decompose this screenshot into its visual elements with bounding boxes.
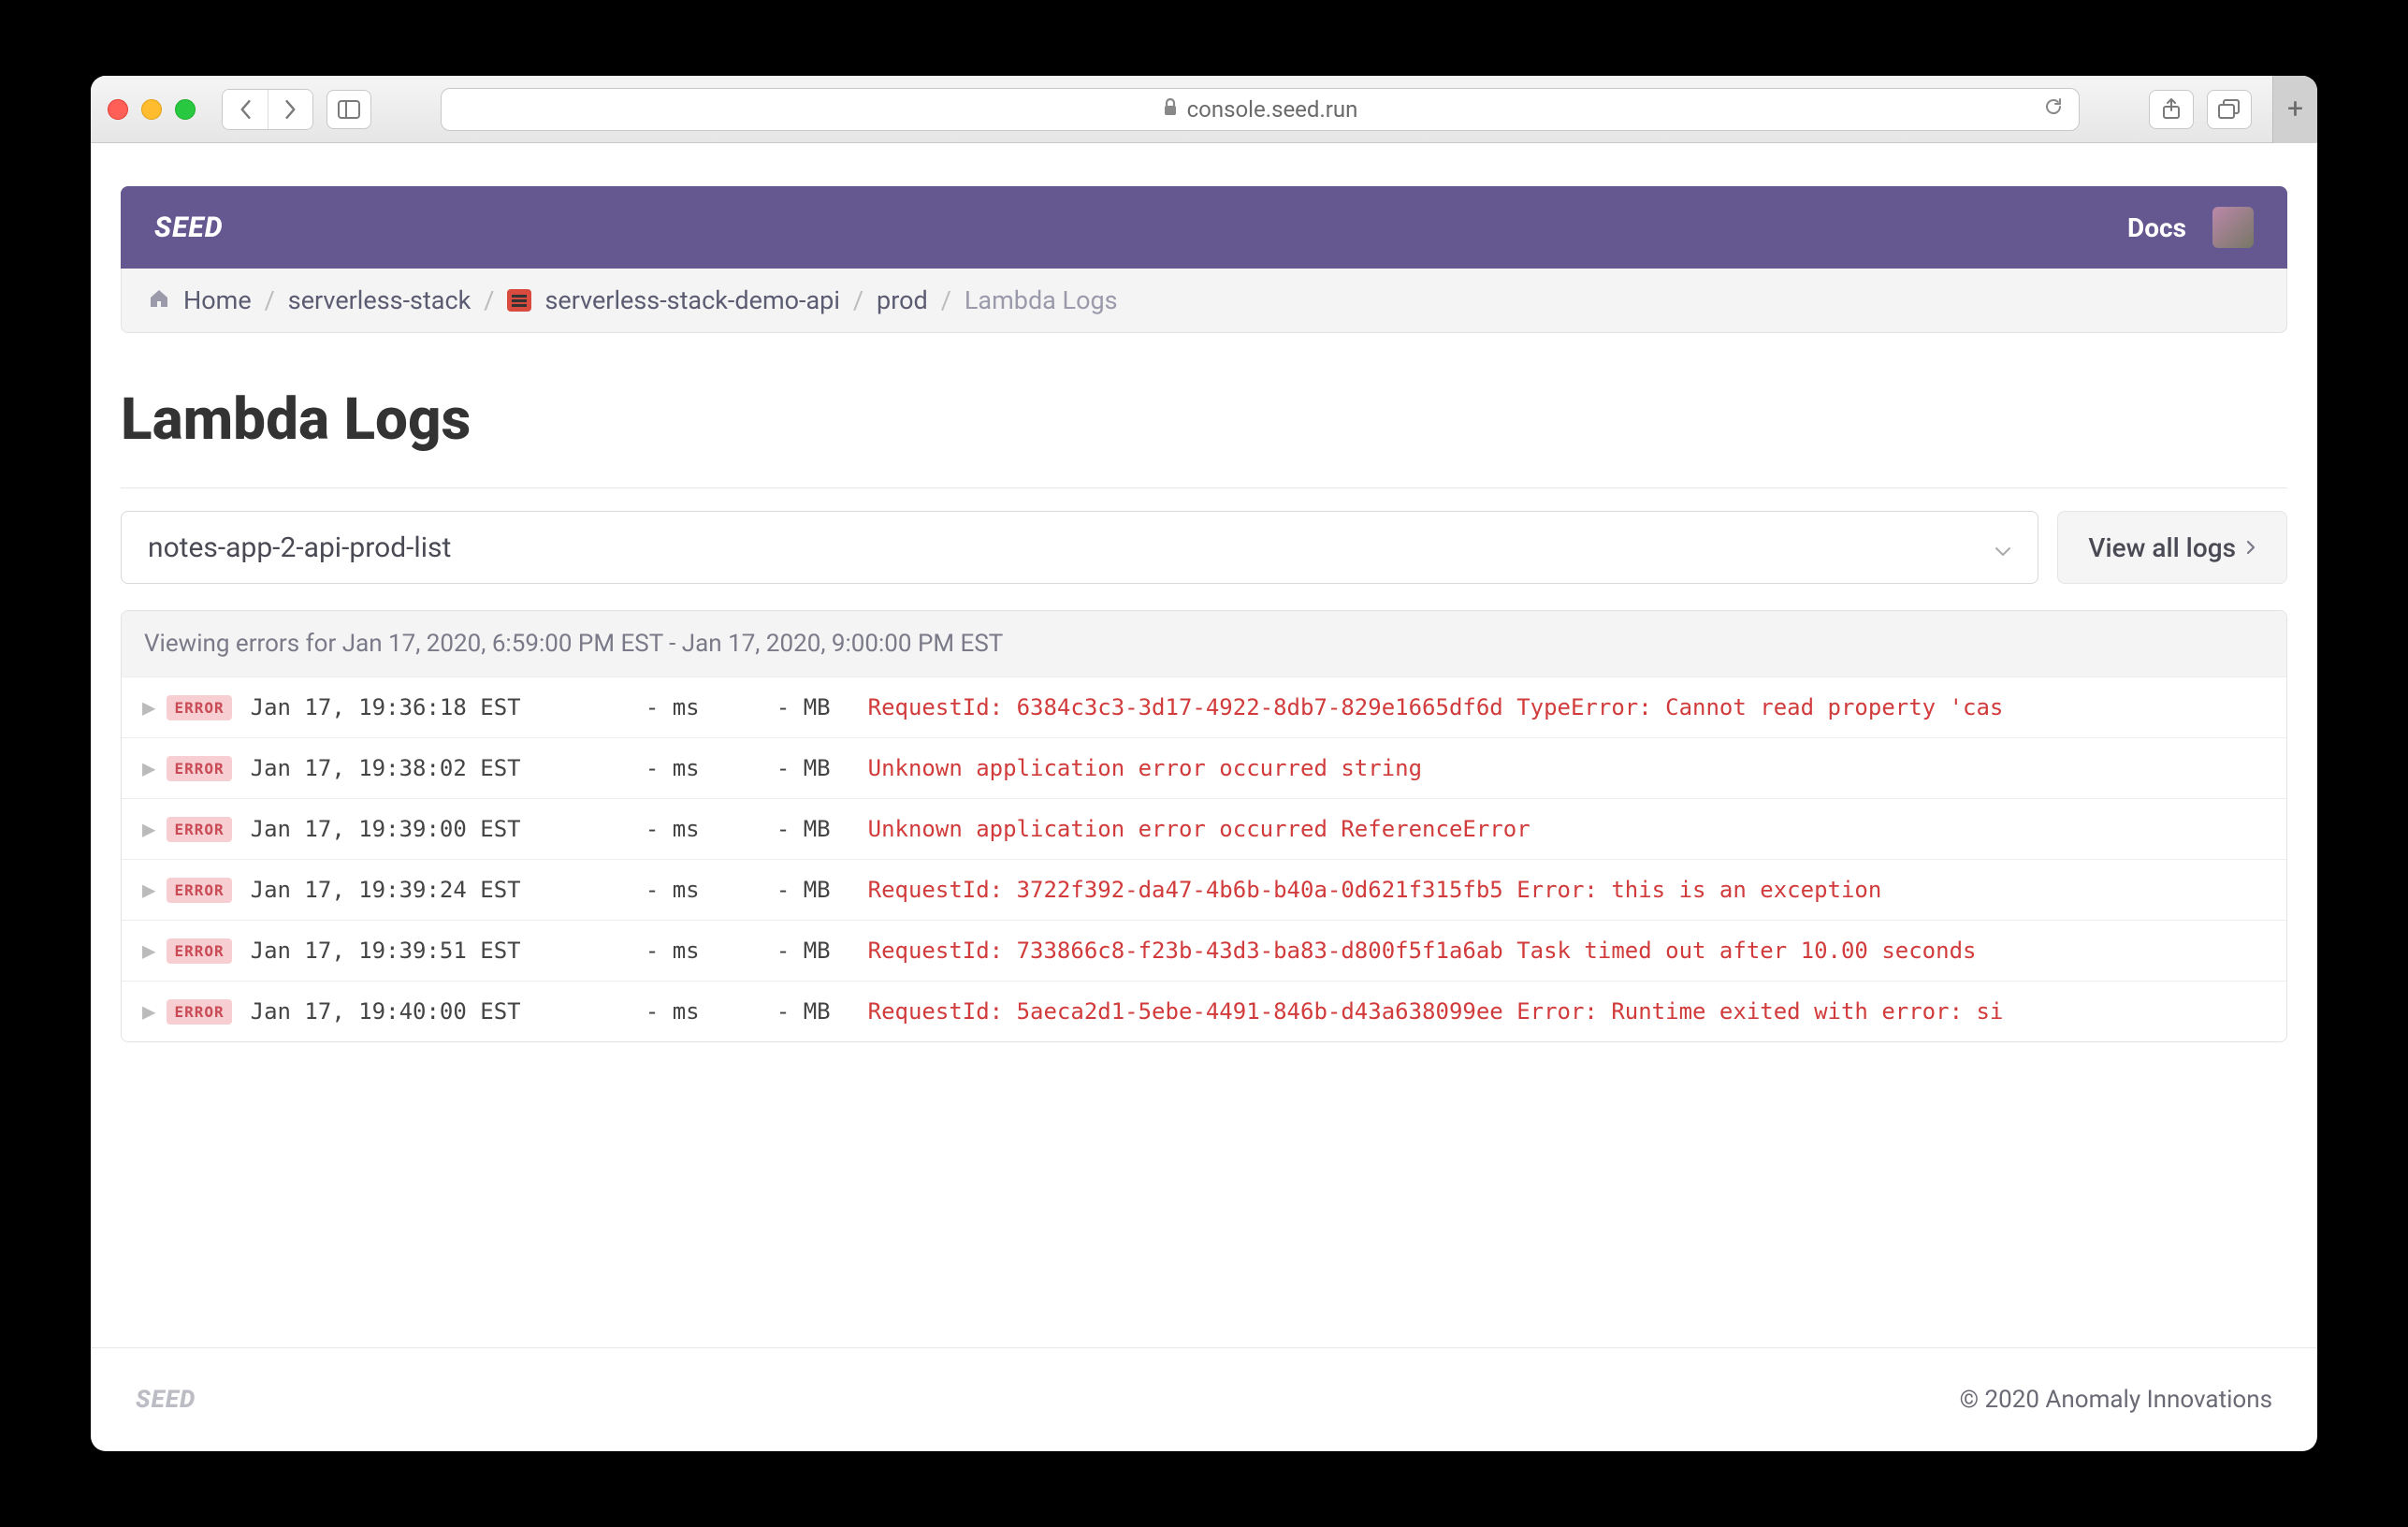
browser-window: console.seed.run + SEED Docs Hom [91, 76, 2317, 1451]
docs-link[interactable]: Docs [2127, 212, 2186, 243]
log-duration: - ms [569, 694, 700, 720]
log-memory: - MB [700, 998, 831, 1025]
share-icon [2161, 97, 2182, 122]
page-content: SEED Docs Home / serverless-stack / serv… [91, 143, 2317, 1451]
error-badge: ERROR [167, 756, 231, 781]
log-memory: - MB [700, 816, 831, 842]
log-duration: - ms [569, 816, 700, 842]
error-badge: ERROR [167, 817, 231, 842]
logs-panel-header: Viewing errors for Jan 17, 2020, 6:59:00… [122, 611, 2286, 676]
log-message: RequestId: 6384c3c3-3d17-4922-8db7-829e1… [868, 694, 2266, 720]
breadcrumb-item[interactable]: serverless-stack [288, 285, 471, 315]
browser-chrome: console.seed.run + [91, 76, 2317, 143]
expand-icon: ▶ [142, 755, 155, 781]
close-window-button[interactable] [108, 99, 128, 120]
maximize-window-button[interactable] [175, 99, 196, 120]
home-icon [148, 285, 170, 315]
reload-icon [2043, 96, 2064, 117]
breadcrumb-separator: / [265, 285, 275, 315]
log-memory: - MB [700, 877, 831, 903]
log-row[interactable]: ▶ ERROR Jan 17, 19:39:51 EST- ms- MB Reques… [122, 920, 2286, 981]
error-badge: ERROR [167, 938, 231, 964]
reload-button[interactable] [2043, 96, 2064, 123]
footer-brand: SEED [136, 1386, 196, 1414]
url-text: console.seed.run [1187, 96, 1358, 123]
log-memory: - MB [700, 694, 831, 720]
expand-icon: ▶ [142, 694, 155, 720]
sidebar-icon [338, 100, 360, 119]
log-duration: - ms [569, 755, 700, 781]
footer-copyright: © 2020 Anomaly Innovations [1960, 1386, 2272, 1414]
log-message: Unknown application error occurred Refer… [868, 816, 2266, 842]
breadcrumb-item[interactable]: prod [877, 285, 928, 315]
expand-icon: ▶ [142, 998, 155, 1025]
breadcrumb-home[interactable]: Home [183, 285, 252, 315]
log-timestamp: Jan 17, 19:40:00 EST [251, 998, 569, 1025]
lock-icon [1163, 97, 1178, 121]
new-tab-button[interactable]: + [2272, 76, 2317, 143]
log-row[interactable]: ▶ ERROR Jan 17, 19:38:02 EST- ms- MB Unknow… [122, 737, 2286, 798]
avatar[interactable] [2212, 207, 2254, 248]
logs-panel: Viewing errors for Jan 17, 2020, 6:59:00… [121, 610, 2287, 1042]
caret-down-icon [1995, 531, 2011, 564]
log-duration: - ms [569, 938, 700, 964]
breadcrumb-separator: / [853, 285, 863, 315]
log-timestamp: Jan 17, 19:38:02 EST [251, 755, 569, 781]
log-message: RequestId: 3722f392-da47-4b6b-b40a-0d621… [868, 877, 2266, 903]
back-button[interactable] [223, 90, 268, 129]
breadcrumb-separator: / [484, 285, 494, 315]
share-button[interactable] [2149, 90, 2194, 129]
error-badge: ERROR [167, 878, 231, 903]
log-memory: - MB [700, 938, 831, 964]
log-row[interactable]: ▶ ERROR Jan 17, 19:39:00 EST- ms- MB Unknow… [122, 798, 2286, 859]
url-bar[interactable]: console.seed.run [441, 88, 2080, 131]
expand-icon: ▶ [142, 816, 155, 842]
page-title: Lambda Logs [121, 385, 2287, 454]
traffic-lights [108, 99, 196, 120]
sidebar-toggle-button[interactable] [326, 90, 371, 129]
app-icon [507, 289, 531, 312]
view-all-logs-button[interactable]: View all logs [2057, 511, 2287, 584]
log-row[interactable]: ▶ ERROR Jan 17, 19:39:24 EST- ms- MB Reques… [122, 859, 2286, 920]
log-timestamp: Jan 17, 19:39:51 EST [251, 938, 569, 964]
plus-icon: + [2287, 93, 2303, 125]
log-memory: - MB [700, 755, 831, 781]
breadcrumb-separator: / [941, 285, 951, 315]
controls-row: notes-app-2-api-prod-list View all logs [121, 487, 2287, 584]
log-message: RequestId: 733866c8-f23b-43d3-ba83-d800f… [868, 938, 2266, 964]
chevron-right-icon [2245, 539, 2256, 556]
function-select-value: notes-app-2-api-prod-list [148, 531, 451, 564]
log-timestamp: Jan 17, 19:36:18 EST [251, 694, 569, 720]
log-message: RequestId: 5aeca2d1-5ebe-4491-846b-d43a6… [868, 998, 2266, 1025]
breadcrumb-item[interactable]: serverless-stack-demo-api [544, 285, 839, 315]
tabs-button[interactable] [2207, 90, 2252, 129]
log-message: Unknown application error occurred strin… [868, 755, 2266, 781]
chevron-right-icon [283, 99, 299, 120]
nav-button-group [222, 89, 313, 130]
minimize-window-button[interactable] [141, 99, 162, 120]
expand-icon: ▶ [142, 938, 155, 964]
breadcrumb-current: Lambda Logs [965, 285, 1118, 315]
brand-logo[interactable]: SEED [154, 211, 224, 244]
log-duration: - ms [569, 877, 700, 903]
log-duration: - ms [569, 998, 700, 1025]
tabs-icon [2217, 99, 2241, 120]
footer: SEED © 2020 Anomaly Innovations [91, 1347, 2317, 1451]
expand-icon: ▶ [142, 877, 155, 903]
log-row[interactable]: ▶ ERROR Jan 17, 19:40:00 EST- ms- MB Reques… [122, 981, 2286, 1041]
log-timestamp: Jan 17, 19:39:00 EST [251, 816, 569, 842]
app-header: SEED Docs [121, 186, 2287, 269]
log-timestamp: Jan 17, 19:39:24 EST [251, 877, 569, 903]
log-row[interactable]: ▶ ERROR Jan 17, 19:36:18 EST- ms- MB Reques… [122, 676, 2286, 737]
forward-button[interactable] [268, 90, 312, 129]
function-select[interactable]: notes-app-2-api-prod-list [121, 511, 2038, 584]
error-badge: ERROR [167, 695, 231, 720]
view-all-label: View all logs [2088, 532, 2236, 563]
chevron-left-icon [237, 99, 254, 120]
error-badge: ERROR [167, 999, 231, 1025]
breadcrumb: Home / serverless-stack / serverless-sta… [121, 269, 2287, 333]
